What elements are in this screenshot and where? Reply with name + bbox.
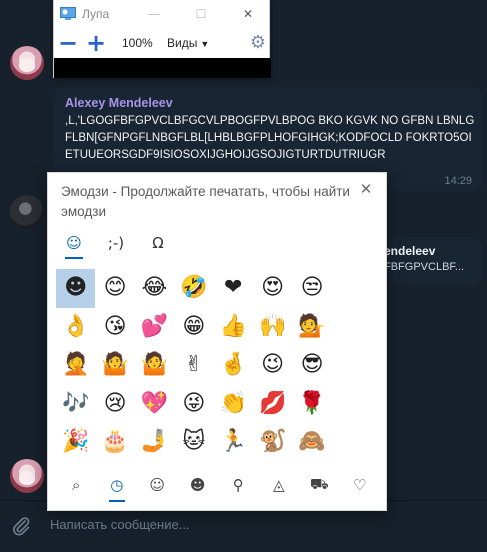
emoji-cell[interactable]: 🤦: [56, 346, 95, 385]
emoji-cell[interactable]: 🤷: [135, 346, 174, 385]
views-label: Виды: [167, 36, 198, 50]
magnifier-title: Лупа: [82, 7, 110, 21]
emoji-cell[interactable]: 🤣: [174, 269, 213, 308]
magnifier-window: Лупа — ☐ ✕ − + 100% Виды ▼ ⚙: [53, 0, 271, 78]
emoji-cell[interactable]: 😉: [253, 346, 292, 385]
emoji-panel-title: Эмодзи - Продолжайте печатать, чтобы най…: [61, 184, 350, 219]
message-time: 14:29: [444, 175, 472, 187]
search-category-icon[interactable]: ⌕: [56, 470, 97, 500]
emoji-category-bar: ⌕ ◷ ☺ ☻ ⚲ ◬ ⛟ ♡: [56, 470, 381, 502]
emoji-cell[interactable]: 🤳: [135, 423, 174, 462]
emoji-cell[interactable]: 👏: [214, 385, 253, 424]
emoji-panel: Эмодзи - Продолжайте печатать, чтобы най…: [47, 172, 387, 511]
zoom-level: 100%: [122, 36, 153, 50]
chevron-down-icon: ▼: [200, 39, 210, 49]
maximize-button[interactable]: ☐: [178, 0, 224, 28]
emoji-cell[interactable]: 🤞: [214, 346, 253, 385]
reply-text: FBFGPVCLBF...: [384, 261, 465, 273]
emoji-cell[interactable]: 🎂: [95, 423, 134, 462]
zoom-in-button[interactable]: +: [83, 30, 109, 56]
reply-name: endeleev: [384, 244, 436, 258]
people-category-icon[interactable]: ☻: [178, 470, 219, 500]
avatar-bottom[interactable]: [10, 459, 44, 493]
magnifier-toolbar: − + 100% Виды ▼ ⚙: [54, 28, 269, 58]
emoji-cell[interactable]: 🙌: [253, 308, 292, 347]
emoji-cell[interactable]: 💕: [135, 308, 174, 347]
emoji-cell[interactable]: 🐒: [253, 423, 292, 462]
paperclip-icon[interactable]: [10, 515, 32, 537]
emoji-cell[interactable]: 😊: [95, 269, 134, 308]
emoji-cell[interactable]: 👌: [56, 308, 95, 347]
emoji-cell[interactable]: 😜: [174, 385, 213, 424]
emoji-cell[interactable]: 💖: [135, 385, 174, 424]
zoom-out-button[interactable]: −: [55, 30, 81, 56]
magnifier-app-icon: [60, 7, 76, 20]
emoji-cell[interactable]: 🙈: [292, 423, 331, 462]
emoji-cell[interactable]: 😢: [95, 385, 134, 424]
avatar-top[interactable]: [10, 46, 44, 80]
tab-emoji[interactable]: ☺: [58, 229, 90, 259]
magnifier-titlebar[interactable]: Лупа — ☐ ✕: [54, 0, 269, 28]
emoji-cell[interactable]: ❤: [214, 269, 253, 308]
heart-category-icon[interactable]: ♡: [340, 470, 381, 500]
emoji-cell[interactable]: ✌: [174, 346, 213, 385]
gear-icon[interactable]: ⚙: [248, 33, 268, 53]
views-dropdown[interactable]: Виды ▼: [167, 36, 209, 50]
message-sender[interactable]: Alexey Mendeleev: [65, 96, 470, 110]
emoji-cell[interactable]: 👍: [214, 308, 253, 347]
emoji-cell[interactable]: 😒: [292, 269, 331, 308]
emoji-cell[interactable]: 🎶: [56, 385, 95, 424]
minimize-button[interactable]: —: [131, 0, 177, 28]
emoji-cell[interactable]: 😁: [174, 308, 213, 347]
emoji-grid: ☻ 😊 😂 🤣 ❤ 😍 😒 👌 😘 💕 😁 👍 🙌 💁 🤦 🤷 🤷 ✌ 🤞 😉 😎 🎶 😢 💖 😜 👏 💋 🌹 🎉 🎂 🤳 🐱 🏃 🐒 🙈: [56, 269, 380, 462]
reply-bubble[interactable]: endeleev FBFGPVCLBF...: [372, 237, 482, 285]
emoji-cell[interactable]: ☻: [56, 269, 96, 308]
close-icon[interactable]: ✕: [356, 179, 376, 199]
emoji-cell[interactable]: 💁: [292, 308, 331, 347]
travel-category-icon[interactable]: ⛟: [299, 470, 340, 500]
emoji-panel-tabs: ☺ ;-) Ω: [58, 229, 378, 259]
emoji-cell[interactable]: 🤷: [95, 346, 134, 385]
food-category-icon[interactable]: ◬: [259, 470, 300, 500]
tab-kaomoji[interactable]: ;-): [100, 229, 132, 257]
tab-symbols[interactable]: Ω: [142, 229, 174, 257]
message-text: ,L,'LGOGFBFGPVCLBFGCVLPBOGFPVLBPOG BKO K…: [65, 115, 475, 161]
emoji-cell[interactable]: 🐱: [174, 423, 213, 462]
magnifier-view-area: [54, 58, 271, 78]
avatar-middle[interactable]: [10, 195, 44, 229]
emoji-cell[interactable]: 😘: [95, 308, 134, 347]
emoji-cell[interactable]: 🎉: [56, 423, 95, 462]
emoji-cell[interactable]: 💋: [253, 385, 292, 424]
recent-category-icon[interactable]: ◷: [97, 470, 138, 502]
smiley-category-icon[interactable]: ☺: [137, 470, 178, 500]
emoji-cell[interactable]: 🏃: [214, 423, 253, 462]
celebration-category-icon[interactable]: ⚲: [218, 470, 259, 500]
emoji-cell[interactable]: 😂: [135, 269, 174, 308]
emoji-cell[interactable]: 😍: [253, 269, 292, 308]
emoji-cell[interactable]: 😎: [292, 346, 331, 385]
close-button[interactable]: ✕: [225, 0, 271, 28]
emoji-cell[interactable]: 🌹: [292, 385, 331, 424]
message-input[interactable]: Написать сообщение...: [50, 517, 450, 532]
